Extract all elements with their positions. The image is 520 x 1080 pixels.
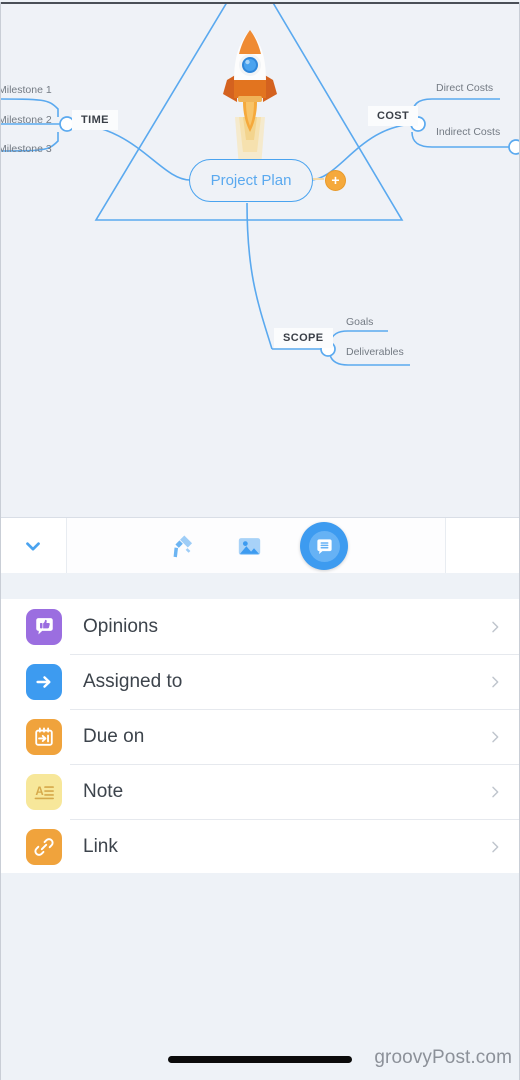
list-item-assigned-to[interactable]: Assigned to bbox=[0, 654, 520, 709]
list-item-due-on[interactable]: Due on bbox=[0, 709, 520, 764]
phone-screen: TIME COST SCOPE Milestone 1 Milestone 2 … bbox=[0, 0, 520, 1080]
leaf-node-goals[interactable]: Goals bbox=[346, 316, 373, 328]
list-item-label: Assigned to bbox=[83, 670, 183, 692]
svg-text:A: A bbox=[35, 786, 43, 798]
leaf-node-milestone-2[interactable]: Milestone 2 bbox=[0, 114, 52, 126]
branch-node-cost[interactable]: COST bbox=[368, 106, 419, 126]
chevron-right-icon bbox=[484, 616, 506, 638]
watermark: groovyPost.com bbox=[374, 1047, 512, 1068]
chevron-right-icon bbox=[484, 781, 506, 803]
toolbar-actions bbox=[67, 518, 445, 574]
list-item-label: Opinions bbox=[83, 615, 158, 637]
chevron-right-icon bbox=[484, 836, 506, 858]
note-text-icon: A bbox=[26, 773, 62, 810]
list-item-link[interactable]: Link bbox=[0, 819, 520, 874]
toolbar-right-spacer bbox=[445, 518, 520, 574]
chain-link-icon bbox=[26, 828, 62, 865]
leaf-node-deliverables[interactable]: Deliverables bbox=[346, 346, 404, 358]
mindmap-canvas[interactable]: TIME COST SCOPE Milestone 1 Milestone 2 … bbox=[0, 2, 520, 519]
chevron-right-icon bbox=[484, 726, 506, 748]
paint-roller-icon[interactable] bbox=[164, 529, 198, 563]
notes-button[interactable] bbox=[300, 522, 348, 570]
chevron-down-icon[interactable] bbox=[16, 529, 50, 563]
leaf-node-indirect-costs[interactable]: Indirect Costs bbox=[436, 126, 500, 138]
thumbs-up-bubble-icon bbox=[26, 608, 62, 645]
list-item-note[interactable]: A Note bbox=[0, 764, 520, 819]
list-item-label: Link bbox=[83, 835, 118, 857]
image-icon[interactable] bbox=[232, 529, 266, 563]
list-item-label: Due on bbox=[83, 725, 145, 747]
rocket-illustration bbox=[223, 30, 277, 167]
home-indicator[interactable] bbox=[168, 1056, 352, 1063]
calendar-due-icon bbox=[26, 718, 62, 755]
screen-edge-left bbox=[0, 2, 1, 1080]
notes-list-icon bbox=[308, 530, 340, 562]
leaf-node-milestone-1[interactable]: Milestone 1 bbox=[0, 84, 52, 96]
node-detail-list: Opinions Assigned to Due on A Note Link bbox=[0, 599, 520, 875]
add-child-node-button[interactable]: + bbox=[325, 170, 346, 191]
list-item-label: Note bbox=[83, 780, 124, 802]
plus-icon: + bbox=[331, 171, 340, 188]
center-node-project-plan[interactable]: Project Plan bbox=[189, 159, 313, 202]
list-item-opinions[interactable]: Opinions bbox=[0, 599, 520, 654]
bottom-area: groovyPost.com bbox=[0, 873, 520, 1080]
toolbar-list-divider bbox=[0, 573, 520, 600]
leaf-node-milestone-3[interactable]: Milestone 3 bbox=[0, 143, 52, 155]
center-node-label: Project Plan bbox=[210, 172, 292, 189]
toolbar-collapse-button[interactable] bbox=[0, 518, 67, 574]
arrow-right-icon bbox=[26, 663, 62, 700]
branch-node-time[interactable]: TIME bbox=[72, 110, 118, 130]
node-toolbar bbox=[0, 517, 520, 575]
chevron-right-icon bbox=[484, 671, 506, 693]
leaf-node-direct-costs[interactable]: Direct Costs bbox=[436, 82, 493, 94]
branch-node-scope[interactable]: SCOPE bbox=[274, 328, 333, 348]
